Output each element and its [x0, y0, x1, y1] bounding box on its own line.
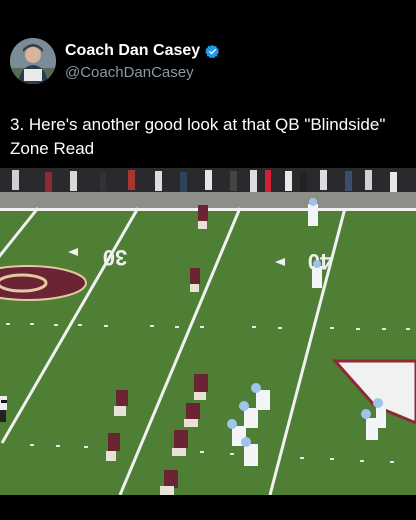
verified-badge-icon [205, 44, 220, 58]
yard-number-30: 30 [103, 245, 127, 270]
author-handle[interactable]: @CoachDanCasey [65, 64, 194, 81]
referee [0, 396, 7, 422]
field-grass [0, 208, 416, 495]
avatar-image [10, 38, 56, 84]
display-name-text: Coach Dan Casey [65, 42, 201, 59]
football-field-photo: 30 40 [0, 168, 416, 495]
avatar[interactable] [10, 38, 56, 84]
author-display-name[interactable]: Coach Dan Casey [65, 42, 220, 60]
tweet-text: 3. Here's another good look at that QB "… [10, 115, 386, 158]
tweet-media-image[interactable]: 30 40 [0, 168, 416, 495]
